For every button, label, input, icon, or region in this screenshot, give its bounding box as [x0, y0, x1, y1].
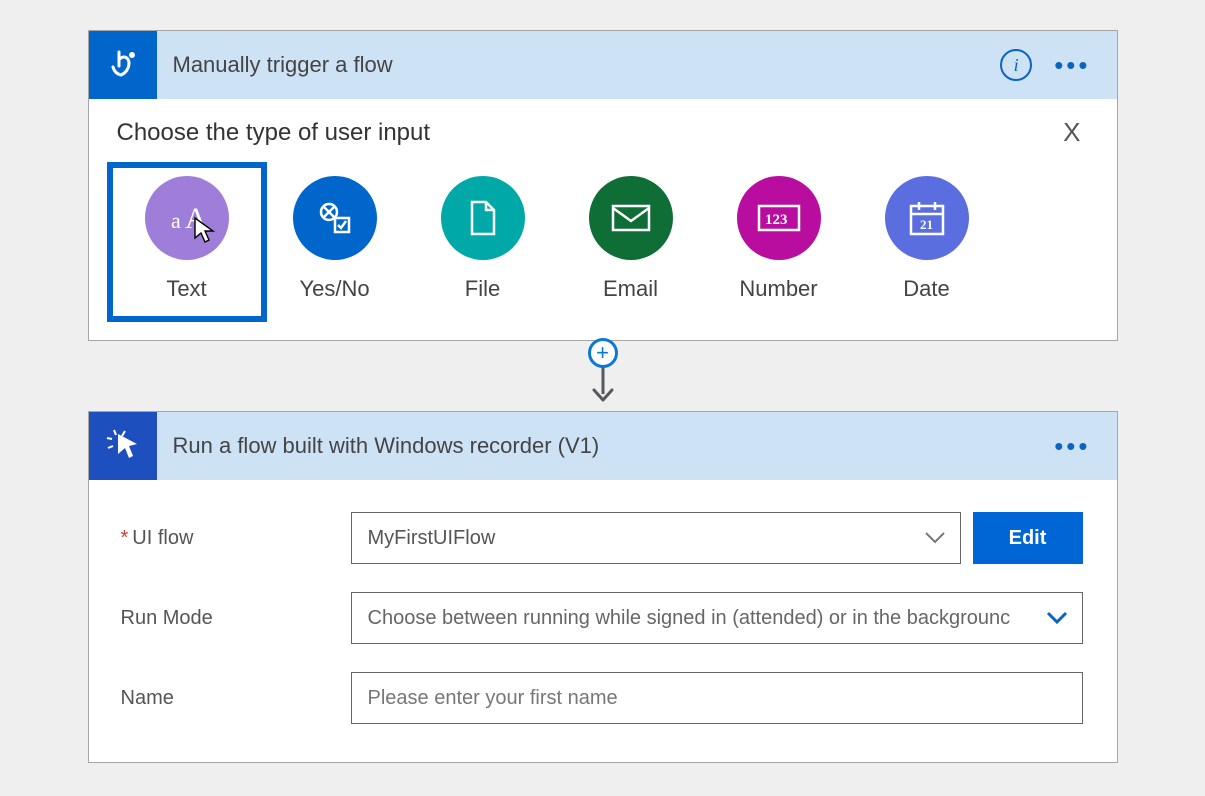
trigger-card: Manually trigger a flow i ••• Choose the…	[88, 30, 1118, 341]
info-icon[interactable]: i	[1000, 49, 1032, 81]
name-placeholder: Please enter your first name	[368, 687, 618, 710]
action-actions: •••	[1054, 440, 1116, 452]
trigger-header[interactable]: Manually trigger a flow i •••	[89, 31, 1117, 99]
input-type-label: Email	[603, 276, 658, 302]
input-type-list: aA Text Yes/No	[113, 160, 1093, 316]
svg-text:A: A	[185, 202, 207, 235]
name-input[interactable]: Please enter your first name	[351, 672, 1083, 724]
input-type-label: Number	[739, 276, 817, 302]
uiflow-value: MyFirstUIFlow	[368, 527, 496, 550]
svg-text:a: a	[171, 208, 181, 233]
trigger-title: Manually trigger a flow	[157, 52, 1001, 78]
input-type-label: Date	[903, 276, 949, 302]
field-name: Name Please enter your first name	[113, 658, 1093, 738]
input-type-yesno[interactable]: Yes/No	[261, 168, 409, 316]
svg-text:21: 21	[920, 217, 933, 232]
uiflow-select[interactable]: MyFirstUIFlow	[351, 512, 961, 564]
email-icon	[589, 176, 673, 260]
file-icon	[441, 176, 525, 260]
runmode-select[interactable]: Choose between running while signed in (…	[351, 592, 1083, 644]
date-icon: 21	[885, 176, 969, 260]
number-icon: 123	[737, 176, 821, 260]
input-type-label: Yes/No	[299, 276, 369, 302]
uiflow-label: UI flow	[121, 527, 351, 550]
action-body: UI flow MyFirstUIFlow Edit Run Mode Choo…	[89, 480, 1117, 762]
name-label: Name	[121, 687, 351, 710]
input-type-date[interactable]: 21 Date	[853, 168, 1001, 316]
action-header[interactable]: Run a flow built with Windows recorder (…	[89, 412, 1117, 480]
svg-text:123: 123	[765, 212, 788, 228]
choose-input-title: Choose the type of user input	[117, 119, 431, 147]
input-type-text[interactable]: aA Text	[113, 168, 261, 316]
text-icon: aA	[145, 176, 229, 260]
yesno-icon	[293, 176, 377, 260]
windows-recorder-icon	[89, 412, 157, 480]
action-title: Run a flow built with Windows recorder (…	[157, 433, 1055, 459]
manual-trigger-icon	[89, 31, 157, 99]
arrow-down-icon	[588, 366, 618, 404]
trigger-actions: i •••	[1000, 49, 1116, 81]
input-type-email[interactable]: Email	[557, 168, 705, 316]
more-icon[interactable]: •••	[1054, 440, 1090, 452]
input-type-file[interactable]: File	[409, 168, 557, 316]
more-icon[interactable]: •••	[1054, 59, 1090, 71]
trigger-body: Choose the type of user input X aA Text	[89, 99, 1117, 340]
chevron-down-icon	[924, 531, 946, 545]
field-runmode: Run Mode Choose between running while si…	[113, 578, 1093, 658]
input-type-label: Text	[166, 276, 206, 302]
runmode-placeholder: Choose between running while signed in (…	[368, 607, 1051, 630]
close-icon[interactable]: X	[1055, 117, 1088, 148]
chevron-down-icon	[1046, 611, 1068, 625]
input-type-label: File	[465, 276, 500, 302]
add-step-button[interactable]: +	[588, 338, 618, 368]
field-uiflow: UI flow MyFirstUIFlow Edit	[113, 498, 1093, 578]
runmode-label: Run Mode	[121, 607, 351, 630]
flow-connector: +	[88, 341, 1118, 411]
input-type-number[interactable]: 123 Number	[705, 168, 853, 316]
edit-button[interactable]: Edit	[973, 512, 1083, 564]
action-card: Run a flow built with Windows recorder (…	[88, 411, 1118, 763]
